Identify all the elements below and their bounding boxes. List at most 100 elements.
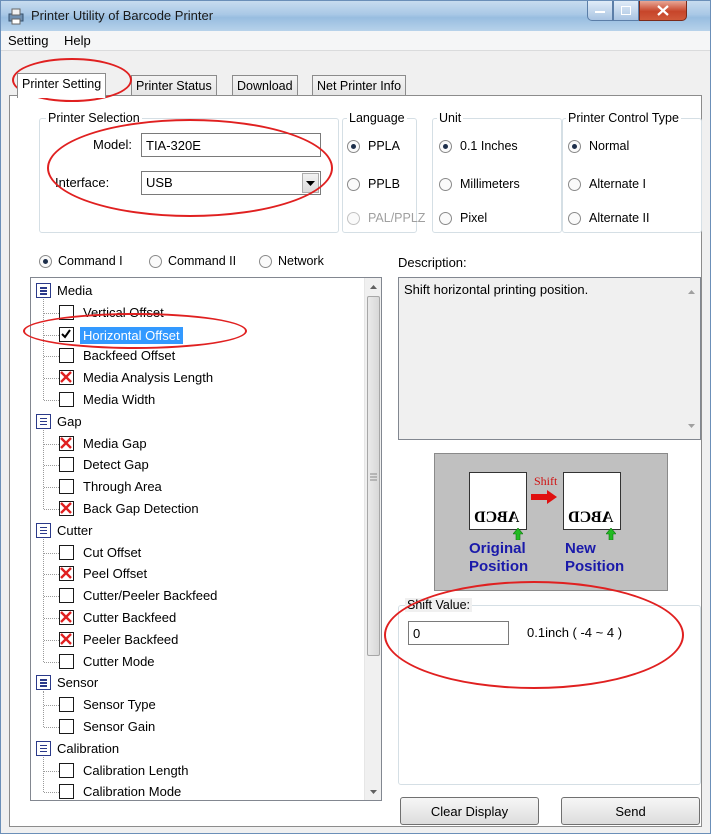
tab-printer-setting[interactable]: Printer Setting xyxy=(17,73,107,98)
item-checkbox[interactable] xyxy=(59,544,74,560)
tree-items: Media Vertical Offset Horizontal Offset Bac… xyxy=(31,278,365,800)
tree-connector xyxy=(44,727,59,728)
tree-item[interactable]: Cut Offset xyxy=(31,542,365,564)
tree-item[interactable]: Cutter Backfeed xyxy=(31,607,365,629)
control-alt2-radio[interactable]: Alternate II xyxy=(568,211,649,225)
tree-item[interactable]: Cutter Mode xyxy=(31,651,365,673)
up-arrow-icon xyxy=(513,528,523,540)
tree-group-label: Cutter xyxy=(57,522,93,538)
title-bar[interactable]: Printer Utility of Barcode Printer xyxy=(1,1,710,31)
tree-item-label: Media Width xyxy=(83,392,156,407)
tree-group-media[interactable]: Media xyxy=(31,280,365,302)
tree-item[interactable]: Horizontal Offset xyxy=(31,324,365,346)
tree-group-sensor[interactable]: Sensor xyxy=(31,672,365,694)
item-checkbox[interactable] xyxy=(59,697,74,713)
tree-item-label: Backfeed Offset xyxy=(83,348,176,364)
model-field[interactable] xyxy=(141,133,321,157)
tree-item[interactable]: Vertical Offset xyxy=(31,302,365,324)
minimize-button[interactable] xyxy=(587,1,613,21)
unit-inches-radio[interactable]: 0.1 Inches xyxy=(439,139,518,153)
menu-help[interactable]: Help xyxy=(64,33,91,48)
item-checkbox[interactable] xyxy=(59,610,74,625)
tree-connector xyxy=(44,487,59,489)
tree-group-cutter[interactable]: Cutter xyxy=(31,520,365,542)
item-checkbox[interactable] xyxy=(59,370,74,386)
radio-indicator xyxy=(568,139,581,153)
command-ii-radio[interactable]: Command II xyxy=(149,254,236,268)
settings-tree[interactable]: Media Vertical Offset Horizontal Offset Bac… xyxy=(30,277,382,801)
item-checkbox[interactable] xyxy=(59,457,74,473)
tree-item[interactable]: Backfeed Offset xyxy=(31,345,365,367)
tree-item[interactable]: Detect Gap xyxy=(31,454,365,476)
item-checkbox[interactable] xyxy=(59,348,74,364)
tree-item[interactable]: Media Width xyxy=(31,389,365,411)
tree-item[interactable]: Back Gap Detection xyxy=(31,498,365,520)
shift-value-input[interactable] xyxy=(408,621,509,645)
up-arrow-icon xyxy=(606,528,616,540)
item-checkbox[interactable] xyxy=(59,304,74,320)
tree-group-gap[interactable]: Gap xyxy=(31,411,365,433)
item-checkbox[interactable] xyxy=(59,719,74,734)
language-ppla-radio[interactable]: PPLA xyxy=(347,139,400,153)
tree-item[interactable]: Calibration Length xyxy=(31,760,365,782)
tree-item[interactable]: Sensor Type xyxy=(31,694,365,716)
tree-connector xyxy=(44,770,59,772)
new-label-line1: New xyxy=(565,540,596,557)
control-normal-radio[interactable]: Normal xyxy=(568,139,629,153)
close-button[interactable] xyxy=(639,1,687,21)
control-alt1-radio[interactable]: Alternate I xyxy=(568,177,646,191)
command-i-radio[interactable]: Command I xyxy=(39,254,123,268)
scroll-down-button[interactable] xyxy=(365,783,381,800)
card-text: ABCD xyxy=(568,509,614,526)
item-checkbox[interactable] xyxy=(59,762,74,778)
language-pplb-radio[interactable]: PPLB xyxy=(347,177,400,191)
item-checkbox[interactable] xyxy=(59,784,74,800)
chevron-down-icon xyxy=(306,180,315,186)
item-checkbox[interactable] xyxy=(59,566,74,582)
menu-bar: Setting Help xyxy=(1,31,710,51)
original-label-line2: Position xyxy=(469,558,529,575)
unit-millimeters-radio[interactable]: Millimeters xyxy=(439,177,520,191)
tree-item[interactable]: Cutter/Peeler Backfeed xyxy=(31,585,365,607)
tree-item-label: Peel Offset xyxy=(83,566,148,582)
item-checkbox[interactable] xyxy=(59,631,74,647)
checkmark-icon xyxy=(61,329,71,339)
tree-scrollbar[interactable] xyxy=(364,278,381,800)
item-checkbox[interactable] xyxy=(59,653,74,669)
interface-dropdown-button[interactable] xyxy=(302,173,319,193)
network-radio[interactable]: Network xyxy=(259,254,324,268)
scroll-down-icon xyxy=(370,789,377,794)
tree-item[interactable]: Peeler Backfeed xyxy=(31,629,365,651)
clear-display-button[interactable]: Clear Display xyxy=(400,797,539,825)
shift-range-text: 0.1inch ( -4 ~ 4 ) xyxy=(527,625,623,640)
interface-select[interactable]: USB xyxy=(141,171,321,195)
item-checkbox[interactable] xyxy=(59,326,74,342)
tab-download[interactable]: Download xyxy=(232,75,298,97)
tab-net-printer-info[interactable]: Net Printer Info xyxy=(312,75,407,97)
tree-item[interactable]: Peel Offset xyxy=(31,563,365,585)
unit-pixel-radio[interactable]: Pixel xyxy=(439,211,487,225)
unit-legend: Unit xyxy=(437,111,464,125)
unit-pixel-label: Pixel xyxy=(460,211,488,225)
scroll-thumb[interactable] xyxy=(367,296,380,656)
item-checkbox[interactable] xyxy=(59,588,74,604)
send-button[interactable]: Send xyxy=(561,797,700,825)
item-checkbox[interactable] xyxy=(59,435,74,451)
item-checkbox[interactable] xyxy=(59,479,74,495)
tree-group-calibration[interactable]: Calibration xyxy=(31,738,365,760)
model-label: Model: xyxy=(93,137,133,152)
interface-label: Interface: xyxy=(55,175,110,190)
scroll-up-button[interactable] xyxy=(365,278,381,295)
maximize-button[interactable] xyxy=(613,1,639,21)
tree-item-label: Through Area xyxy=(83,479,162,495)
menu-setting[interactable]: Setting xyxy=(8,33,48,48)
tree-item[interactable]: Calibration Mode xyxy=(31,781,365,800)
tab-printer-status[interactable]: Printer Status xyxy=(131,75,217,97)
item-checkbox[interactable] xyxy=(59,392,74,407)
shift-caption: Shift xyxy=(534,474,558,488)
tree-item[interactable]: Media Gap xyxy=(31,433,365,455)
item-checkbox[interactable] xyxy=(59,501,74,516)
tree-item[interactable]: Sensor Gain xyxy=(31,716,365,738)
tree-item[interactable]: Through Area xyxy=(31,476,365,498)
tree-item[interactable]: Media Analysis Length xyxy=(31,367,365,389)
